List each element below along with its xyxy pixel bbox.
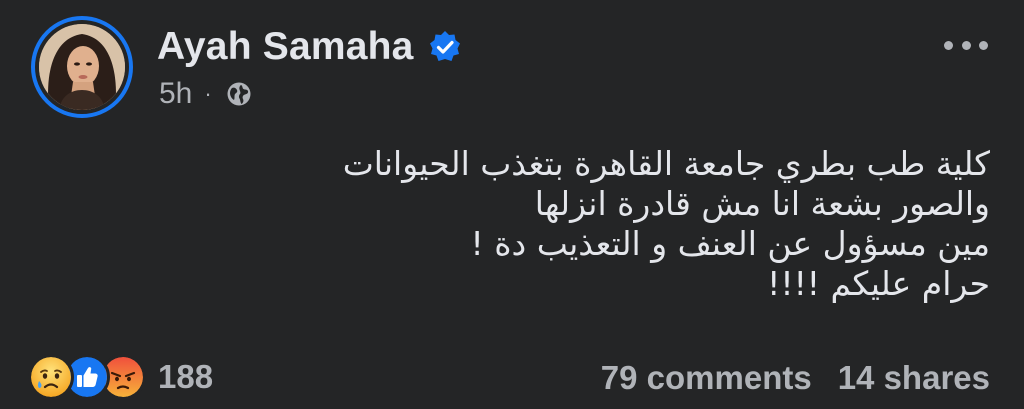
more-options-icon[interactable] — [944, 30, 988, 60]
post-text-line: مين مسؤول عن العنف و التعذيب دة ! — [470, 224, 991, 263]
more-dot — [944, 40, 953, 50]
verified-badge-icon — [430, 31, 460, 61]
post-time[interactable]: 5h — [159, 77, 192, 111]
meta-separator: · — [204, 81, 212, 106]
reactions-summary[interactable]: 188 — [28, 354, 213, 400]
shares-count[interactable]: 14 shares — [838, 359, 990, 397]
post-text: كلية طب بطري جامعة القاهرة بتغذب الحيوان… — [270, 144, 990, 304]
story-ring[interactable] — [31, 16, 133, 118]
author-name[interactable]: Ayah Samaha — [157, 24, 414, 70]
sad-reaction-icon — [28, 354, 74, 400]
post-stats: 79 comments 14 shares — [601, 356, 990, 400]
avatar[interactable] — [39, 24, 125, 110]
reaction-count[interactable]: 188 — [158, 358, 213, 396]
comments-count[interactable]: 79 comments — [601, 359, 812, 397]
post-text-line: حرام عليكم !!!! — [767, 264, 990, 303]
post-meta: 5h · — [159, 76, 252, 112]
post-text-line: كلية طب بطري جامعة القاهرة بتغذب الحيوان… — [342, 144, 990, 183]
more-dot — [961, 40, 971, 50]
globe-icon[interactable] — [226, 81, 252, 107]
more-dot — [979, 40, 988, 50]
facebook-post: Ayah Samaha 5h · كلية طب بطري جامعة القا… — [0, 0, 1024, 409]
post-text-line: والصور بشعة انا مش قادرة انزلها — [534, 184, 990, 223]
